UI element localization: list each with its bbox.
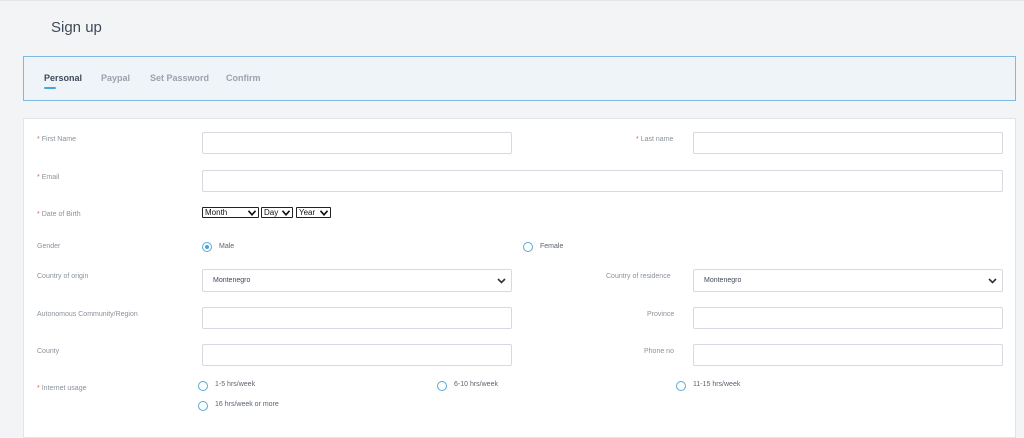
last-name-label: * Last name <box>636 136 674 143</box>
gender-female-radio[interactable] <box>523 242 533 252</box>
page-title: Sign up <box>51 19 102 36</box>
dob-label: * Date of Birth <box>37 211 81 218</box>
dob-year-value: Year <box>299 208 316 217</box>
chevron-down-icon <box>282 210 290 216</box>
country-residence-select[interactable]: Montenegro <box>693 269 1003 292</box>
gender-male-label: Male <box>219 243 235 250</box>
usage-1-5-label: 1-5 hrs/week <box>215 381 256 388</box>
tab-personal[interactable]: Personal <box>44 73 82 83</box>
first-name-field[interactable] <box>202 132 512 154</box>
email-field[interactable] <box>202 170 1003 192</box>
dob-day-select[interactable]: Day <box>261 207 293 218</box>
country-origin-value: Montenegro <box>213 277 251 284</box>
chevron-down-icon <box>497 278 506 284</box>
step-tabs-bar: Personal Paypal Set Password Confirm <box>23 56 1016 101</box>
country-residence-label: Country of residence <box>606 273 671 280</box>
phone-field[interactable] <box>693 344 1003 366</box>
dob-month-select[interactable]: Month <box>202 207 259 218</box>
usage-11-15-label: 11-15 hrs/week <box>693 381 741 388</box>
usage-6-10-label: 6-10 hrs/week <box>454 381 498 388</box>
last-name-field[interactable] <box>693 132 1003 154</box>
usage-6-10-radio[interactable] <box>437 381 447 391</box>
usage-16-plus-radio[interactable] <box>198 401 208 411</box>
dob-year-select[interactable]: Year <box>296 207 331 218</box>
internet-usage-label: * Internet usage <box>37 385 87 392</box>
county-field[interactable] <box>202 344 512 366</box>
dob-day-value: Day <box>264 208 279 217</box>
chevron-down-icon <box>248 210 256 216</box>
gender-female-label: Female <box>540 243 564 250</box>
usage-1-5-radio[interactable] <box>198 381 208 391</box>
tab-paypal[interactable]: Paypal <box>101 73 130 83</box>
usage-11-15-radio[interactable] <box>676 381 686 391</box>
country-origin-select[interactable]: Montenegro <box>202 269 512 292</box>
phone-label: Phone no <box>644 348 674 355</box>
top-divider <box>0 0 1024 1</box>
country-origin-label: Country of origin <box>37 273 89 280</box>
tab-set-password[interactable]: Set Password <box>150 73 209 83</box>
country-residence-value: Montenegro <box>704 277 742 284</box>
county-label: County <box>37 348 60 355</box>
province-label: Province <box>647 311 675 318</box>
region-label: Autonomous Community/Region <box>37 311 138 318</box>
dob-month-value: Month <box>205 208 228 217</box>
usage-16-plus-label: 16 hrs/week or more <box>215 401 279 408</box>
chevron-down-icon <box>320 210 328 216</box>
active-tab-indicator <box>44 87 56 89</box>
gender-label: Gender <box>37 243 61 250</box>
first-name-label: * First Name <box>37 136 76 143</box>
email-label: * Email <box>37 174 60 181</box>
chevron-down-icon <box>988 278 997 284</box>
gender-male-radio[interactable] <box>202 242 212 252</box>
province-field[interactable] <box>693 307 1003 329</box>
region-field[interactable] <box>202 307 512 329</box>
tab-confirm[interactable]: Confirm <box>226 73 261 83</box>
